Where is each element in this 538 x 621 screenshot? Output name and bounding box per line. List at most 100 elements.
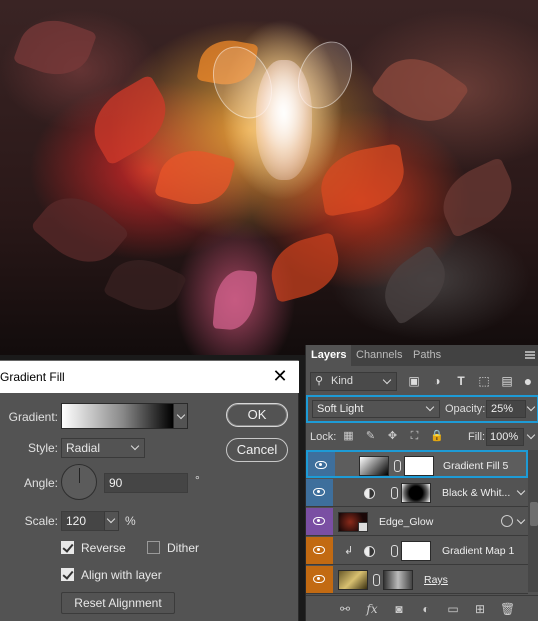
leaf-shape [30, 181, 130, 279]
lock-paint-icon[interactable]: ✎ [364, 430, 377, 443]
chevron-down-icon [106, 514, 116, 524]
fx-icon[interactable]: fx [365, 602, 379, 616]
angle-input[interactable]: 90 [104, 473, 188, 493]
new-adjustment-icon[interactable]: ◐ [419, 602, 433, 616]
layer-name[interactable]: Edge_Glow [379, 516, 433, 528]
fill-label: Fill: [468, 431, 486, 443]
fill-input[interactable]: 100% [486, 428, 524, 446]
visibility-toggle[interactable] [308, 452, 335, 476]
chevron-down-icon[interactable] [516, 515, 526, 525]
clipping-mask-icon: ↲ [344, 545, 354, 557]
layer-thumbnail[interactable] [338, 570, 368, 590]
reset-alignment-button[interactable]: Reset Alignment [61, 592, 175, 614]
layer-row[interactable]: Gradient Fill 5 [306, 450, 528, 478]
chevron-down-icon[interactable] [526, 430, 536, 440]
lock-artboard-icon[interactable]: ⛶ [408, 430, 421, 443]
chevron-down-icon[interactable] [516, 486, 526, 496]
dither-checkbox[interactable] [147, 541, 160, 554]
layer-mask-thumbnail[interactable] [383, 570, 413, 590]
eye-icon [313, 517, 325, 525]
layer-row[interactable]: Edge_Glow [306, 508, 528, 536]
reverse-label[interactable]: Reverse [81, 541, 126, 555]
layer-filter-select[interactable]: ⚲ Kind [310, 372, 397, 391]
close-icon[interactable]: ✕ [270, 366, 290, 386]
reverse-checkbox[interactable] [61, 541, 74, 554]
new-layer-icon[interactable]: ⊞ [473, 602, 487, 616]
gradient-fill-thumbnail[interactable] [359, 456, 389, 476]
tab-paths[interactable]: Paths [408, 345, 446, 366]
layer-mask-thumbnail[interactable] [404, 456, 434, 476]
align-with-layer-checkbox[interactable] [61, 568, 74, 581]
opacity-slider-toggle[interactable] [526, 400, 537, 418]
degree-symbol: ° [195, 473, 200, 487]
lock-position-icon[interactable]: ✥ [386, 430, 399, 443]
link-icon[interactable] [391, 545, 398, 557]
scrollbar-thumb[interactable] [530, 502, 538, 526]
link-icon[interactable] [391, 487, 398, 499]
layer-mask-thumbnail[interactable] [401, 541, 431, 561]
ok-button[interactable]: OK [226, 403, 288, 427]
layer-row[interactable]: Rays [306, 566, 528, 594]
tab-layers[interactable]: Layers [306, 345, 352, 366]
leaf-shape [264, 231, 346, 304]
layer-list: Gradient Fill 5 Black & Whit... Edge_Glo… [306, 450, 528, 594]
smart-object-filter-icon[interactable]: ▤ [500, 374, 514, 388]
style-value: Radial [66, 441, 101, 455]
adjustment-layer-icon [364, 546, 375, 557]
leaf-shape [370, 42, 470, 138]
filter-toggle-icon[interactable]: ● [521, 374, 535, 388]
pixel-filter-icon[interactable]: ▣ [407, 374, 421, 388]
layer-name[interactable]: Gradient Fill 5 [443, 460, 508, 472]
layer-row[interactable]: Black & Whit... [306, 479, 528, 507]
align-with-layer-label[interactable]: Align with layer [81, 568, 162, 582]
dither-label[interactable]: Dither [167, 541, 199, 555]
chevron-down-icon [382, 375, 392, 385]
leaf-shape [80, 74, 180, 166]
scale-input[interactable]: 120 [61, 511, 105, 531]
layer-name[interactable]: Gradient Map 1 [442, 545, 514, 557]
adjustment-filter-icon[interactable]: ◑ [430, 374, 444, 388]
leaf-shape [102, 247, 188, 323]
eye-icon [315, 461, 327, 469]
chevron-down-icon [526, 402, 536, 412]
scale-dropdown[interactable] [104, 511, 119, 531]
smart-filter-icon[interactable] [501, 515, 513, 527]
visibility-toggle[interactable] [306, 479, 333, 506]
blend-mode-select[interactable]: Soft Light [312, 400, 440, 418]
canvas-artwork [0, 0, 538, 355]
dialog-title: Gradient Fill [0, 370, 65, 384]
layer-name[interactable]: Black & Whit... [442, 487, 510, 499]
cancel-button[interactable]: Cancel [226, 438, 288, 462]
trash-icon[interactable]: 🗑 [500, 602, 515, 616]
layer-row[interactable]: ↲ Gradient Map 1 [306, 537, 528, 565]
visibility-toggle[interactable] [306, 537, 333, 564]
style-select[interactable]: Radial [61, 438, 145, 458]
angle-dial[interactable] [61, 464, 97, 500]
angle-label: Angle: [23, 476, 58, 490]
scale-label: Scale: [24, 514, 58, 528]
leaf-shape [212, 268, 258, 332]
visibility-toggle[interactable] [306, 566, 333, 593]
lock-fill-row: Lock: ▦ ✎ ✥ ⛶ 🔒 Fill: 100% [306, 426, 538, 448]
panel-menu-icon[interactable] [525, 351, 535, 359]
gradient-fill-dialog: Gradient Fill ✕ Gradient: Style: Radial … [0, 360, 299, 621]
leaf-shape [371, 244, 459, 326]
gradient-preview-swatch[interactable] [61, 403, 174, 429]
smart-object-icon [358, 522, 368, 532]
layer-name[interactable]: Rays [424, 574, 448, 586]
tab-channels[interactable]: Channels [351, 345, 407, 366]
link-icon[interactable] [394, 460, 401, 472]
opacity-input[interactable]: 25% [486, 400, 526, 418]
layer-mask-thumbnail[interactable] [401, 483, 431, 503]
visibility-toggle[interactable] [306, 508, 333, 535]
link-icon[interactable] [373, 574, 380, 586]
lock-all-icon[interactable]: 🔒 [430, 430, 444, 443]
add-mask-icon[interactable]: ◙ [392, 602, 406, 616]
shape-filter-icon[interactable]: ⬚ [477, 374, 491, 388]
type-filter-icon[interactable]: T [454, 374, 468, 388]
gradient-picker-dropdown[interactable] [174, 403, 188, 429]
new-group-icon[interactable]: ▭ [446, 602, 460, 616]
style-label: Style: [27, 441, 58, 455]
link-layers-icon[interactable]: ⚯ [338, 602, 352, 616]
lock-transparency-icon[interactable]: ▦ [342, 430, 355, 443]
